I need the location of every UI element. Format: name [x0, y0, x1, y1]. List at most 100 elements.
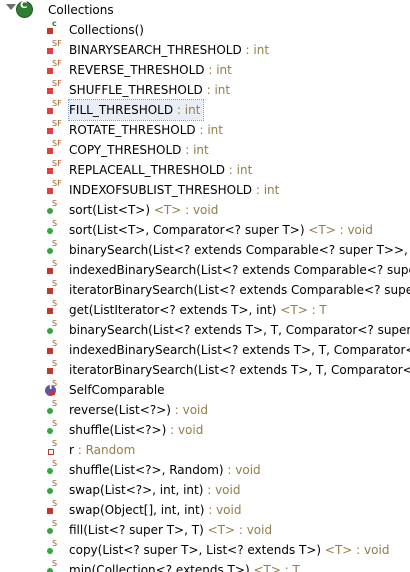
member-type: <T> : T	[249, 563, 300, 572]
member-type: : int	[202, 83, 231, 97]
member-name: SHUFFLE_THRESHOLD	[69, 83, 203, 97]
member-type: : int	[173, 103, 201, 117]
member-name: reverse(List<?>)	[69, 403, 171, 417]
member-label: binarySearch(List<? extends Comparable<?…	[69, 240, 410, 260]
member-name: iteratorBinarySearch(List<? extends Comp…	[69, 283, 410, 297]
private-static-method-icon: S	[42, 300, 68, 318]
collapse-arrow-icon[interactable]	[6, 4, 16, 10]
member-label: iteratorBinarySearch(List<? extends Comp…	[69, 280, 410, 300]
member-name: iteratorBinarySearch(List<? extends T>, …	[69, 363, 410, 377]
outline-tree: Collections cCollections()SFBINARYSEARCH…	[0, 0, 410, 572]
public-static-method-icon: S	[42, 480, 68, 498]
member-type: <T> : void	[321, 543, 390, 557]
public-static-method-icon: S	[42, 460, 68, 478]
member-name: get(ListIterator<? extends T>, int)	[69, 303, 277, 317]
member-label: INDEXOFSUBLIST_THRESHOLD : int	[69, 180, 279, 200]
member-name: sort(List<T>)	[69, 203, 151, 217]
member-name: FILL_THRESHOLD	[69, 103, 174, 117]
public-static-method-icon: S	[42, 320, 68, 338]
private-static-final-field-icon: SF	[42, 120, 68, 138]
member-label: SHUFFLE_THRESHOLD : int	[69, 80, 230, 100]
member-type: : void	[203, 483, 241, 497]
private-static-final-field-icon: SF	[42, 160, 68, 178]
member-label: swap(List<?>, int, int) : void	[69, 480, 240, 500]
public-static-method-icon: S	[42, 420, 68, 438]
member-name: shuffle(List<?>, Random)	[69, 463, 224, 477]
member-label: copy(List<? super T>, List<? extends T>)…	[69, 540, 389, 560]
public-static-method-icon: S	[42, 560, 68, 572]
member-type: : int	[195, 123, 223, 137]
private-static-method-icon: S	[42, 340, 68, 358]
member-name: indexedBinarySearch(List<? extends T>, T…	[69, 343, 410, 357]
member-type: : void	[170, 403, 209, 417]
member-type: <T> : void	[304, 223, 373, 237]
member-type: : int	[241, 43, 270, 57]
member-name: SelfComparable	[69, 383, 165, 397]
public-static-method-icon: S	[42, 220, 68, 238]
member-label: Collections()	[69, 20, 144, 40]
member-name: Collections()	[69, 23, 144, 37]
private-static-method-icon: S	[42, 360, 68, 378]
public-static-method-icon: S	[42, 240, 68, 258]
member-label: swap(Object[], int, int) : void	[69, 500, 241, 520]
class-icon	[16, 0, 33, 18]
member-label: sort(List<T>, Comparator<? super T>) <T>…	[69, 220, 373, 240]
member-name: binarySearch(List<? extends T>, T, Compa…	[69, 323, 410, 337]
member-label: iteratorBinarySearch(List<? extends T>, …	[69, 360, 410, 380]
member-label: r : Random	[69, 440, 135, 460]
member-type: : void	[223, 463, 261, 477]
member-label: sort(List<T>) <T> : void	[69, 200, 218, 220]
member-label: min(Collection<? extends T>) <T> : T	[69, 560, 300, 572]
member-name: REPLACEALL_THRESHOLD	[69, 163, 225, 177]
member-type: <T> : T	[276, 303, 327, 317]
member-type: : Random	[73, 443, 136, 457]
private-static-method-icon: S	[42, 500, 68, 518]
private-static-final-field-icon: SF	[42, 100, 68, 118]
interface-icon: S	[42, 380, 68, 398]
member-label: reverse(List<?>) : void	[69, 400, 208, 420]
private-constructor-icon: c	[42, 20, 68, 38]
member-type: : void	[166, 423, 204, 437]
member-label: indexedBinarySearch(List<? extends Compa…	[69, 260, 410, 280]
member-name: shuffle(List<?>)	[69, 423, 167, 437]
member-name: COPY_THRESHOLD	[69, 143, 182, 157]
member-name: fill(List<? super T>, T)	[69, 523, 204, 537]
member-name: ROTATE_THRESHOLD	[69, 123, 196, 137]
member-name: swap(List<?>, int, int)	[69, 483, 204, 497]
member-label: get(ListIterator<? extends T>, int) <T> …	[69, 300, 327, 320]
member-label: COPY_THRESHOLD : int	[69, 140, 209, 160]
member-label: SelfComparable	[69, 380, 165, 400]
private-static-final-field-icon: SF	[42, 180, 68, 198]
private-static-final-field-icon: SF	[42, 80, 68, 98]
member-name: sort(List<T>, Comparator<? super T>)	[69, 223, 305, 237]
member-name: binarySearch(List<? extends Comparable<?…	[69, 243, 410, 257]
public-static-method-icon: S	[42, 400, 68, 418]
member-name: swap(Object[], int, int)	[69, 503, 205, 517]
member-label: binarySearch(List<? extends T>, T, Compa…	[69, 320, 410, 340]
private-static-method-icon: S	[42, 280, 68, 298]
private-static-final-field-icon: SF	[42, 40, 68, 58]
member-name: indexedBinarySearch(List<? extends Compa…	[69, 263, 410, 277]
member-name: min(Collection<? extends T>)	[69, 563, 250, 572]
public-static-method-icon: S	[42, 200, 68, 218]
member-name: REVERSE_THRESHOLD	[69, 63, 205, 77]
public-static-method-icon: S	[42, 540, 68, 558]
member-type: : int	[252, 183, 280, 197]
member-type: <T> : void	[203, 523, 273, 537]
public-static-method-icon: S	[42, 520, 68, 538]
member-label: BINARYSEARCH_THRESHOLD : int	[69, 40, 269, 60]
member-label: shuffle(List<?>) : void	[69, 420, 203, 440]
private-static-method-icon: S	[42, 260, 68, 278]
root-label: Collections	[48, 3, 114, 17]
member-name: INDEXOFSUBLIST_THRESHOLD	[69, 183, 253, 197]
private-static-final-field-icon: SF	[42, 140, 68, 158]
member-name: copy(List<? super T>, List<? extends T>)	[69, 543, 322, 557]
member-label: shuffle(List<?>, Random) : void	[69, 460, 261, 480]
member-label: REVERSE_THRESHOLD : int	[69, 60, 232, 80]
member-name: BINARYSEARCH_THRESHOLD	[69, 43, 242, 57]
member-label: indexedBinarySearch(List<? extends T>, T…	[69, 340, 410, 360]
member-label: ROTATE_THRESHOLD : int	[69, 120, 223, 140]
member-type: : void	[204, 503, 242, 517]
member-type: : int	[204, 63, 232, 77]
member-type: <T> : void	[150, 203, 219, 217]
